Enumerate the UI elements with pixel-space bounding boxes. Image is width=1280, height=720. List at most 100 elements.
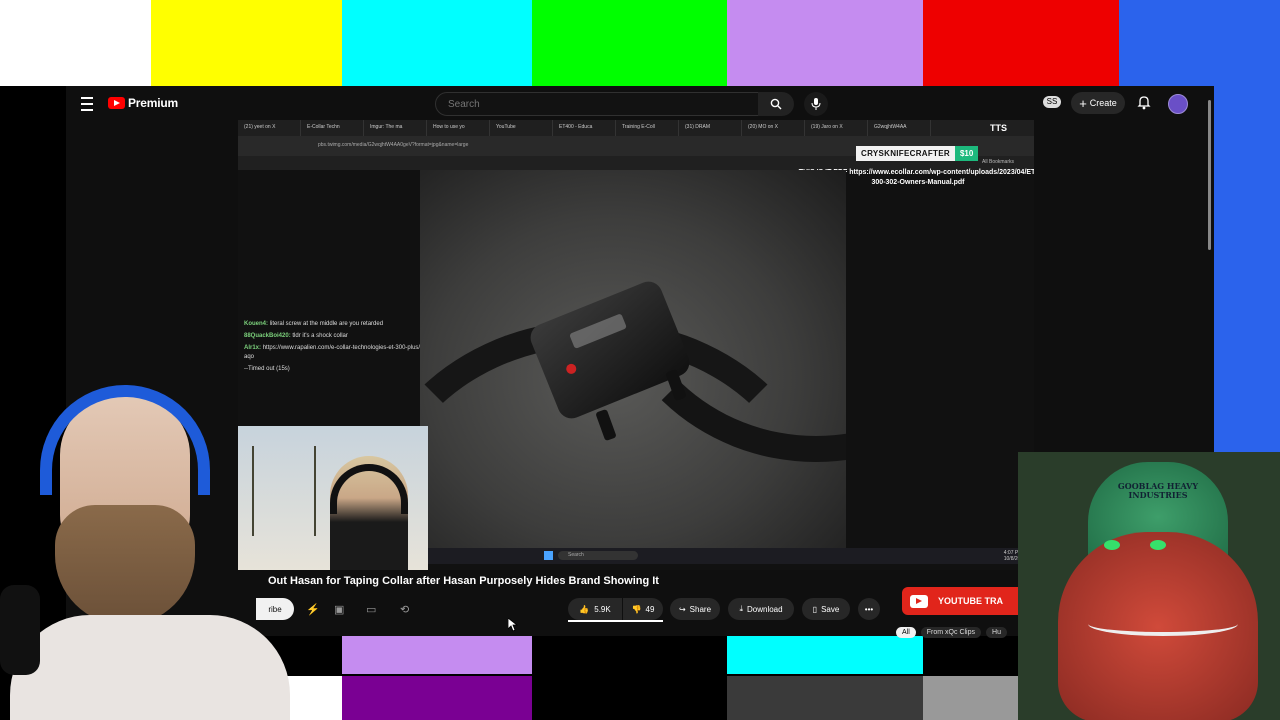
more-icon: •••: [864, 604, 874, 614]
image-icon[interactable]: ▣: [334, 603, 344, 616]
device-screen: [569, 313, 628, 350]
promo-banner-label: YOUTUBE TRA: [938, 596, 1003, 606]
chat-text: --Timed out (15s): [244, 366, 290, 372]
scrollbar[interactable]: [1208, 100, 1211, 250]
browser-tab[interactable]: (31) DRAM: [679, 120, 742, 136]
share-button[interactable]: ↪ Share: [670, 598, 720, 620]
search-box[interactable]: [435, 92, 759, 116]
chat-text: https://www.rapalien.com/e-collar-techno…: [244, 345, 421, 360]
brand-label: Premium: [128, 96, 178, 110]
search-input[interactable]: [446, 98, 740, 111]
like-ratio-bar: [568, 620, 663, 622]
cast-badge[interactable]: SS: [1043, 96, 1061, 108]
create-button[interactable]: + Create: [1071, 92, 1125, 114]
youtube-header: Premium SS + Create: [66, 86, 1214, 120]
microphone: [0, 585, 40, 675]
browser-tab[interactable]: Imgur: The ma: [364, 120, 427, 136]
url-text: pbs.twimg.com/media/G2wqjhtW4AA0geV?form…: [318, 142, 469, 148]
collar-photo: [420, 170, 846, 548]
share-label: Share: [689, 604, 712, 614]
browser-tab[interactable]: G2wqjhtW4AA: [868, 120, 931, 136]
youtube-logo[interactable]: Premium: [108, 96, 178, 110]
chat-username: 88QuackBoi420:: [244, 333, 293, 339]
browser-tab[interactable]: YouTube: [490, 120, 553, 136]
windows-taskbar: Search 4:07 PM 10/8/2025: [420, 548, 1034, 564]
browser-tab[interactable]: E-Collar Techn: [301, 120, 364, 136]
filter-chip[interactable]: All: [896, 627, 916, 638]
color-bar: [532, 676, 727, 720]
like-button[interactable]: 👍 5.9K: [568, 598, 622, 620]
browser-tab[interactable]: (21) yeet on X: [238, 120, 301, 136]
tts-label: TTS: [990, 123, 1007, 133]
filter-chip[interactable]: Hu: [986, 627, 1007, 638]
browser-tab[interactable]: How to use yo: [427, 120, 490, 136]
color-bar: [727, 676, 923, 720]
save-button[interactable]: ▯ Save: [802, 598, 850, 620]
browser-tab[interactable]: ET400 - Educa: [553, 120, 616, 136]
donation-amount: $10: [954, 145, 979, 161]
bookmark-icon: ▯: [812, 604, 818, 614]
bell-icon[interactable]: [1137, 95, 1151, 110]
color-bar: [727, 636, 923, 674]
creature-mouth: [1088, 612, 1238, 636]
creature-eye: [1150, 540, 1166, 550]
avatar-overlay: GOOBLAG HEAVY INDUSTRIES: [1018, 452, 1280, 720]
host-beard: [55, 505, 195, 625]
miniplayer-icon[interactable]: ▭: [366, 603, 376, 616]
filter-chip[interactable]: From xQc Clips: [920, 627, 982, 638]
color-bar: [923, 636, 1018, 674]
create-label: Create: [1089, 98, 1117, 108]
cap-text: GOOBLAG HEAVY INDUSTRIES: [1117, 481, 1199, 500]
color-bar: [342, 636, 532, 674]
browser-tab-strip: (21) yeet on X E-Collar Techn Imgur: The m…: [238, 120, 1034, 136]
thumbs-down-icon: 👎: [631, 604, 642, 614]
more-actions-button[interactable]: •••: [858, 598, 880, 620]
creature-eye: [1104, 540, 1120, 550]
filter-chips: All From xQc Clips Hu: [896, 627, 1012, 638]
video-player[interactable]: (21) yeet on X E-Collar Techn Imgur: The m…: [238, 120, 1034, 570]
color-bar: [923, 0, 1119, 86]
chat-username: Kouen4:: [244, 321, 270, 327]
search-button[interactable]: [758, 92, 794, 116]
mouse-cursor-icon: [508, 618, 518, 632]
donation-alert: CRYSKNIFECRAFTER $10: [856, 144, 979, 162]
color-bar: [342, 0, 532, 86]
browser-tab[interactable]: (19) Jaro on X: [805, 120, 868, 136]
all-bookmarks-label: All Bookmarks: [982, 159, 1014, 165]
download-label: Download: [746, 604, 783, 614]
thumbs-up-icon: 👍: [579, 604, 590, 614]
chat-message: Alr1x: https://www.rapalien.com/e-collar…: [244, 344, 424, 362]
loop-icon[interactable]: ⟲: [400, 603, 409, 616]
browser-tab[interactable]: Training E-Coll: [616, 120, 679, 136]
color-bar: [151, 0, 342, 86]
download-button[interactable]: ⤓ Download: [728, 598, 794, 620]
host-shirt: [10, 615, 290, 720]
color-bar: [727, 0, 923, 86]
headphones-icon: [40, 385, 210, 495]
video-title: Out Hasan for Taping Collar after Hasan …: [268, 575, 659, 587]
save-label: Save: [821, 604, 840, 614]
color-bar: [342, 676, 532, 720]
windows-icon: [544, 551, 553, 560]
host-webcam: [0, 385, 290, 720]
plus-icon: +: [1079, 95, 1087, 111]
color-bar: [1119, 0, 1280, 86]
share-icon: ↪: [678, 604, 686, 614]
menu-icon[interactable]: [81, 97, 93, 111]
lightning-icon[interactable]: ⚡: [306, 603, 320, 616]
avatar[interactable]: [1168, 94, 1188, 114]
dislike-button[interactable]: 👎 49: [623, 598, 663, 620]
chat-message: 88QuackBoi420: tldr it's a shock collar: [244, 332, 424, 341]
voice-search-button[interactable]: [804, 92, 828, 116]
download-icon: ⤓: [739, 604, 743, 613]
browser-tab[interactable]: (20) MO on X: [742, 120, 805, 136]
color-bar: [0, 0, 151, 86]
chat-message: Kouen4: literal screw at the middle are …: [244, 320, 424, 329]
promo-banner[interactable]: YOUTUBE TRA: [902, 587, 1032, 615]
color-bar: [923, 676, 1018, 720]
chat-username: Alr1x:: [244, 345, 263, 351]
dislike-count: 49: [645, 604, 655, 614]
color-bar: [1214, 86, 1280, 452]
chat-text: literal screw at the middle are you reta…: [269, 321, 384, 327]
device-led: [564, 362, 578, 376]
